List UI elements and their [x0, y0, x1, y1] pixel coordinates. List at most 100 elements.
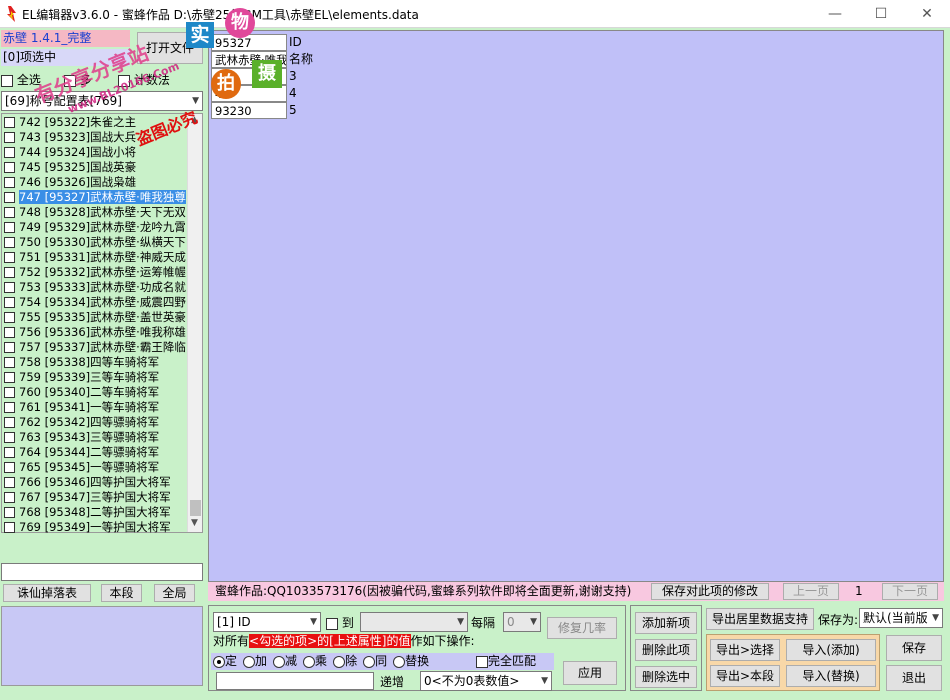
checkbox-box[interactable] — [4, 237, 15, 248]
minimize-button[interactable]: — — [812, 0, 858, 28]
to-select[interactable]: ▼ — [360, 612, 468, 632]
save-changes-button[interactable]: 保存对此项的修改 — [651, 583, 769, 600]
operation-radio[interactable]: 除 — [333, 654, 357, 668]
next-page-button[interactable]: 下一页 — [882, 583, 938, 600]
global-button[interactable]: 全局 — [154, 584, 195, 602]
list-item[interactable]: 758 [95338]四等车骑将军 — [2, 355, 187, 370]
close-button[interactable]: ✕ — [904, 0, 950, 28]
save-button[interactable]: 保存 — [886, 635, 942, 661]
checkbox-box[interactable] — [4, 222, 15, 233]
exit-button[interactable]: 退出 — [886, 665, 942, 691]
list-item[interactable]: 748 [95328]武林赤壁·天下无双 — [2, 205, 187, 220]
checkbox-box[interactable] — [4, 477, 15, 488]
checkbox-box[interactable] — [4, 372, 15, 383]
checkbox-box[interactable] — [4, 327, 15, 338]
operation-radio[interactable]: 同 — [363, 654, 387, 668]
maximize-button[interactable]: ☐ — [858, 0, 904, 28]
list-item[interactable]: 753 [95333]武林赤壁·功成名就 — [2, 280, 187, 295]
field-value-input[interactable]: 95327 — [211, 34, 287, 51]
export-section-button[interactable]: 导出>本段 — [710, 665, 780, 687]
scroll-thumb[interactable] — [190, 500, 201, 516]
operation-radio[interactable]: 替换 — [393, 654, 429, 668]
checkbox-box[interactable] — [4, 162, 15, 173]
item-list[interactable]: 742 [95322]朱雀之主 743 [95323]国战大兵 744 [95324… — [1, 113, 203, 535]
checkbox-box[interactable] — [4, 417, 15, 428]
interval-select[interactable]: 0 ▼ — [503, 612, 541, 632]
checkbox-box[interactable] — [4, 147, 15, 158]
operation-value-input[interactable] — [216, 672, 374, 690]
checkbox-box[interactable] — [4, 432, 15, 443]
list-scrollbar[interactable]: ▲ ▼ — [187, 114, 202, 532]
list-item[interactable]: 747 [95327]武林赤壁·唯我独尊 — [2, 190, 187, 205]
increment-select[interactable]: 0<不为0表数值> ▼ — [420, 671, 552, 691]
to-checkbox[interactable]: 到 — [326, 614, 354, 631]
checkbox-box[interactable] — [4, 462, 15, 473]
checkbox-box[interactable] — [4, 342, 15, 353]
interval-value: 0 — [507, 615, 515, 629]
list-item[interactable]: 752 [95332]武林赤壁·运筹帷幄 — [2, 265, 187, 280]
list-item[interactable]: 767 [95347]三等护国大将军 — [2, 490, 187, 505]
operation-radio[interactable]: 乘 — [303, 654, 327, 668]
operation-radio[interactable]: 减 — [273, 654, 297, 668]
scroll-down-icon[interactable]: ▼ — [191, 518, 198, 528]
list-item[interactable]: 760 [95340]二等车骑将军 — [2, 385, 187, 400]
delete-selected-button[interactable]: 删除选中 — [635, 666, 697, 688]
checkbox-box[interactable] — [4, 207, 15, 218]
list-item[interactable]: 766 [95346]四等护国大将军 — [2, 475, 187, 490]
save-as-select[interactable]: 默认(当前版 ▼ — [859, 608, 943, 628]
import-add-button[interactable]: 导入(添加) — [786, 639, 876, 661]
list-item[interactable]: 762 [95342]四等骠骑将军 — [2, 415, 187, 430]
checkbox-box[interactable] — [4, 357, 15, 368]
full-match-checkbox[interactable]: 完全匹配 — [476, 654, 536, 669]
checkbox-box[interactable] — [4, 492, 15, 503]
field-value-input[interactable]: 93230 — [211, 102, 287, 119]
checkbox-box[interactable] — [4, 282, 15, 293]
checkbox-box[interactable] — [4, 507, 15, 518]
apply-button[interactable]: 应用 — [563, 661, 617, 685]
checkbox-box[interactable] — [4, 522, 15, 533]
add-item-button[interactable]: 添加新项 — [635, 612, 697, 634]
list-item[interactable]: 757 [95337]武林赤壁·霸王降临 — [2, 340, 187, 355]
import-replace-button[interactable]: 导入(替换) — [786, 665, 876, 687]
list-item[interactable]: 745 [95325]国战英豪 — [2, 160, 187, 175]
list-item[interactable]: 754 [95334]武林赤壁·威震四野 — [2, 295, 187, 310]
checkbox-box[interactable] — [4, 297, 15, 308]
list-item[interactable]: 751 [95331]武林赤壁·神威天成 — [2, 250, 187, 265]
checkbox-box[interactable] — [4, 312, 15, 323]
checkbox-box[interactable] — [4, 387, 15, 398]
checkbox-box[interactable] — [4, 252, 15, 263]
list-item[interactable]: 755 [95335]武林赤壁·盖世英豪 — [2, 310, 187, 325]
repair-rate-button[interactable]: 修复几率 — [547, 617, 617, 639]
to-label: 到 — [341, 616, 354, 630]
list-item[interactable]: 746 [95326]国战枭雄 — [2, 175, 187, 190]
checkbox-box[interactable] — [4, 192, 15, 203]
list-item[interactable]: 750 [95330]武林赤壁·纵横天下 — [2, 235, 187, 250]
list-item[interactable]: 769 [95349]一等护国大将军 — [2, 520, 187, 535]
drop-table-button[interactable]: 诛仙掉落表 — [3, 584, 91, 602]
prev-page-button[interactable]: 上一页 — [783, 583, 839, 600]
checkbox-box[interactable] — [4, 402, 15, 413]
list-item[interactable]: 768 [95348]二等护国大将军 — [2, 505, 187, 520]
list-item[interactable]: 744 [95324]国战小将 — [2, 145, 187, 160]
checkbox-box[interactable] — [4, 132, 15, 143]
field-select[interactable]: [1] ID ▼ — [213, 612, 321, 632]
export-selection-button[interactable]: 导出>选择 — [710, 639, 780, 661]
list-item[interactable]: 759 [95339]三等车骑将军 — [2, 370, 187, 385]
checkbox-box[interactable] — [4, 117, 15, 128]
operation-radio[interactable]: 定 — [213, 654, 237, 668]
item-index: 750 — [19, 235, 41, 249]
search-input[interactable] — [1, 563, 203, 581]
list-item[interactable]: 765 [95345]一等骠骑将军 — [2, 460, 187, 475]
list-item[interactable]: 749 [95329]武林赤壁·龙吟九霄 — [2, 220, 187, 235]
list-item[interactable]: 756 [95336]武林赤壁·唯我称雄 — [2, 325, 187, 340]
checkbox-box[interactable] — [4, 267, 15, 278]
checkbox-box[interactable] — [4, 177, 15, 188]
list-item[interactable]: 764 [95344]二等骠骑将军 — [2, 445, 187, 460]
section-button[interactable]: 本段 — [101, 584, 142, 602]
checkbox-box[interactable] — [4, 447, 15, 458]
list-item[interactable]: 763 [95343]三等骠骑将军 — [2, 430, 187, 445]
export-support-button[interactable]: 导出居里数据支持 — [706, 608, 814, 630]
operation-radio[interactable]: 加 — [243, 654, 267, 668]
list-item[interactable]: 761 [95341]一等车骑将军 — [2, 400, 187, 415]
delete-item-button[interactable]: 删除此项 — [635, 639, 697, 661]
